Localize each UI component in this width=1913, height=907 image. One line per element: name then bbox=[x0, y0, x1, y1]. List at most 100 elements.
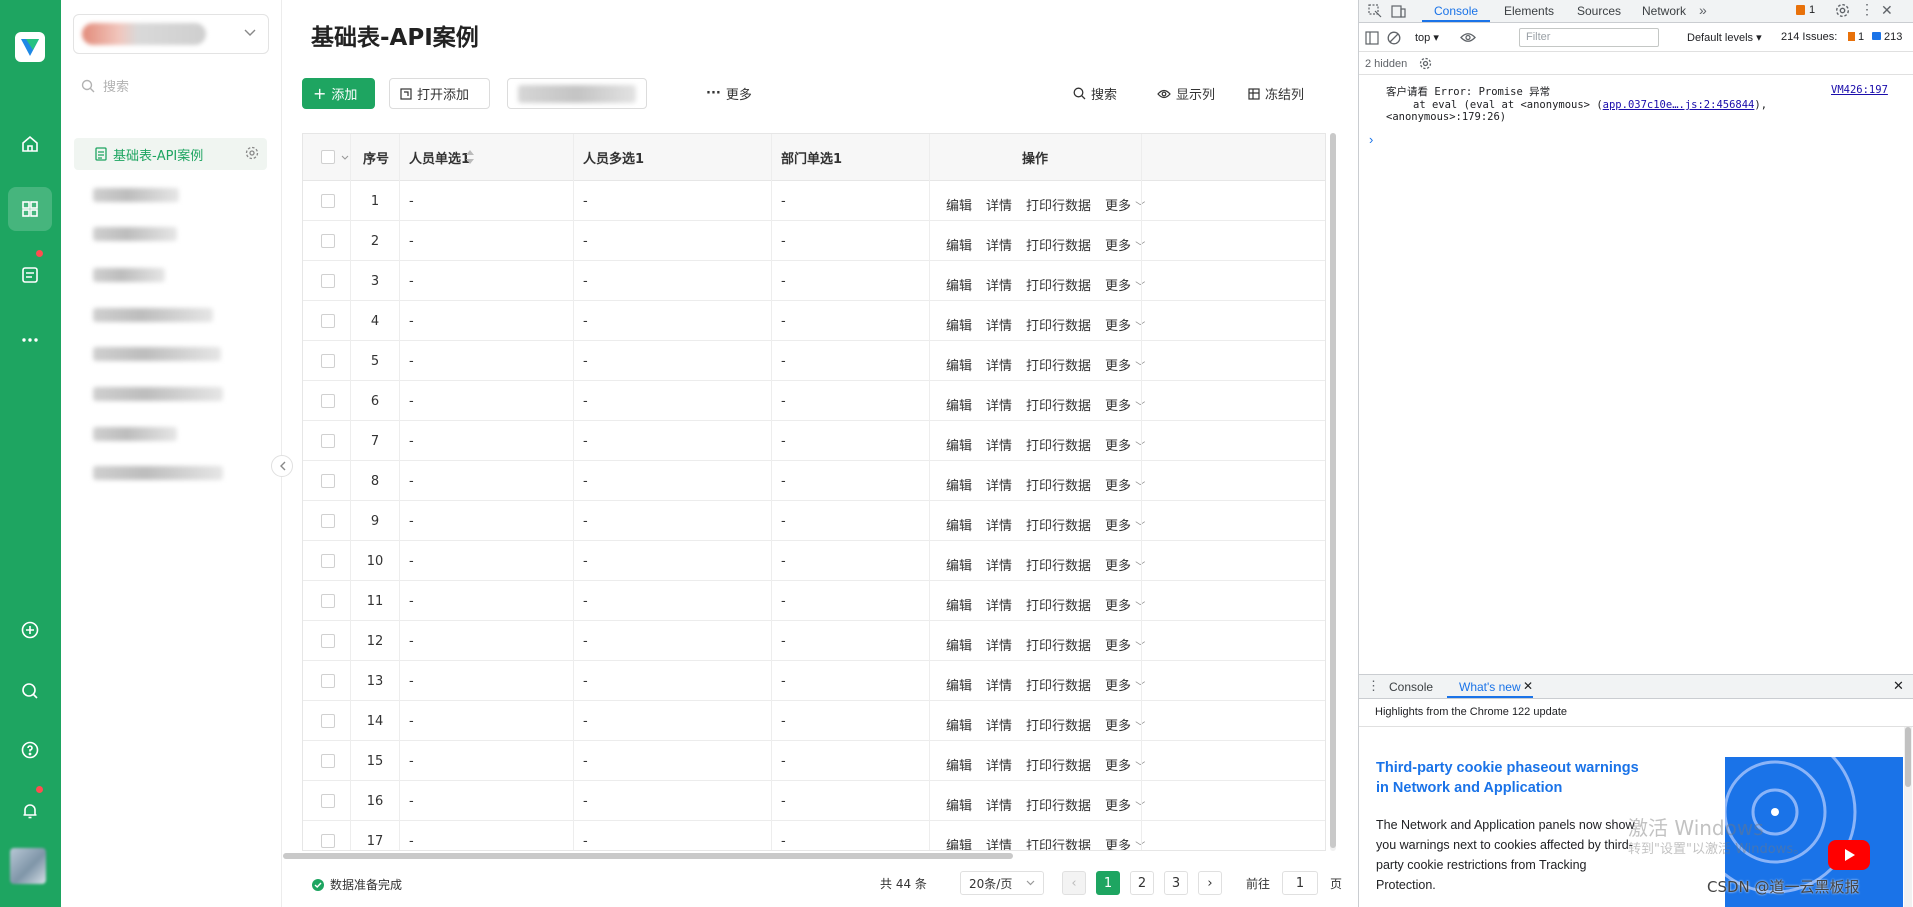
detail-link[interactable]: 详情 bbox=[986, 395, 1012, 414]
open-add-button[interactable]: 打开添加 bbox=[389, 78, 490, 109]
detail-link[interactable]: 详情 bbox=[986, 235, 1012, 254]
column-header[interactable]: 人员单选1 bbox=[409, 134, 470, 181]
table-row[interactable]: 16 - - - 编辑详情打印行数据更多 ﹀ bbox=[303, 781, 1325, 821]
edit-link[interactable]: 编辑 bbox=[946, 755, 972, 774]
goto-page-input[interactable]: 1 bbox=[1282, 871, 1319, 895]
log-levels-select[interactable]: Default levels ▾ bbox=[1687, 31, 1762, 44]
print-row-link[interactable]: 打印行数据 bbox=[1026, 475, 1091, 494]
cell-person-single[interactable]: - bbox=[409, 701, 414, 741]
sidebar-item-blurred[interactable] bbox=[93, 268, 165, 282]
detail-link[interactable]: 详情 bbox=[986, 195, 1012, 214]
row-more-menu[interactable]: 更多 ﹀ bbox=[1105, 515, 1145, 534]
app-logo[interactable] bbox=[15, 32, 45, 62]
cell-person-multi[interactable]: - bbox=[583, 421, 588, 461]
cell-person-multi[interactable]: - bbox=[583, 661, 588, 701]
table-row[interactable]: 5 - - - 编辑详情打印行数据更多 ﹀ bbox=[303, 341, 1325, 381]
row-more-menu[interactable]: 更多 ﹀ bbox=[1105, 195, 1145, 214]
cell-person-multi[interactable]: - bbox=[583, 461, 588, 501]
row-checkbox[interactable] bbox=[321, 194, 335, 208]
freeze-columns-button[interactable]: 冻结列 bbox=[1248, 84, 1304, 103]
sidebar-item-active[interactable]: 基础表-API案例 bbox=[74, 138, 267, 170]
cell-person-multi[interactable]: - bbox=[583, 261, 588, 301]
cell-person-multi[interactable]: - bbox=[583, 501, 588, 541]
page-button[interactable]: 2 bbox=[1130, 871, 1154, 895]
cell-person-single[interactable]: - bbox=[409, 781, 414, 821]
scrollbar-thumb[interactable] bbox=[1905, 727, 1911, 787]
detail-link[interactable]: 详情 bbox=[986, 635, 1012, 654]
cell-person-multi[interactable]: - bbox=[583, 741, 588, 781]
cell-person-single[interactable]: - bbox=[409, 661, 414, 701]
stack-source-link[interactable]: app.037c10e….js:2:456844 bbox=[1603, 99, 1755, 111]
table-row[interactable]: 10 - - - 编辑详情打印行数据更多 ﹀ bbox=[303, 541, 1325, 581]
detail-link[interactable]: 详情 bbox=[986, 835, 1012, 851]
edit-link[interactable]: 编辑 bbox=[946, 475, 972, 494]
sidebar-item-blurred[interactable] bbox=[93, 308, 213, 322]
console-filter-input[interactable]: Filter bbox=[1519, 28, 1659, 47]
print-row-link[interactable]: 打印行数据 bbox=[1026, 515, 1091, 534]
detail-link[interactable]: 详情 bbox=[986, 795, 1012, 814]
cell-person-multi[interactable]: - bbox=[583, 541, 588, 581]
device-toolbar-icon[interactable] bbox=[1391, 4, 1406, 18]
row-checkbox[interactable] bbox=[321, 314, 335, 328]
gear-icon[interactable] bbox=[1835, 3, 1850, 18]
cell-person-single[interactable]: - bbox=[409, 501, 414, 541]
scrollbar-thumb[interactable] bbox=[1330, 133, 1336, 848]
row-checkbox[interactable] bbox=[321, 754, 335, 768]
print-row-link[interactable]: 打印行数据 bbox=[1026, 835, 1091, 851]
cell-person-single[interactable]: - bbox=[409, 381, 414, 421]
table-row[interactable]: 3 - - - 编辑详情打印行数据更多 ﹀ bbox=[303, 261, 1325, 301]
table-row[interactable]: 14 - - - 编辑详情打印行数据更多 ﹀ bbox=[303, 701, 1325, 741]
user-avatar[interactable] bbox=[10, 848, 46, 884]
row-checkbox[interactable] bbox=[321, 394, 335, 408]
detail-link[interactable]: 详情 bbox=[986, 675, 1012, 694]
cell-department[interactable]: - bbox=[781, 701, 786, 741]
home-icon[interactable] bbox=[8, 122, 52, 166]
edit-link[interactable]: 编辑 bbox=[946, 395, 972, 414]
cell-person-multi[interactable]: - bbox=[583, 341, 588, 381]
edit-link[interactable]: 编辑 bbox=[946, 555, 972, 574]
print-row-link[interactable]: 打印行数据 bbox=[1026, 435, 1091, 454]
drawer-menu-icon[interactable]: ⋮ bbox=[1367, 678, 1380, 694]
print-row-link[interactable]: 打印行数据 bbox=[1026, 355, 1091, 374]
edit-link[interactable]: 编辑 bbox=[946, 195, 972, 214]
cell-department[interactable]: - bbox=[781, 781, 786, 821]
print-row-link[interactable]: 打印行数据 bbox=[1026, 195, 1091, 214]
table-row[interactable]: 17 - - - 编辑详情打印行数据更多 ﹀ bbox=[303, 821, 1325, 851]
cell-person-single[interactable]: - bbox=[409, 821, 414, 850]
cell-person-single[interactable]: - bbox=[409, 581, 414, 621]
clear-console-icon[interactable] bbox=[1387, 31, 1401, 45]
row-checkbox[interactable] bbox=[321, 794, 335, 808]
more-button[interactable]: ··· 更多 bbox=[706, 84, 752, 103]
detail-link[interactable]: 详情 bbox=[986, 515, 1012, 534]
row-more-menu[interactable]: 更多 ﹀ bbox=[1105, 235, 1145, 254]
cell-person-single[interactable]: - bbox=[409, 541, 414, 581]
cell-department[interactable]: - bbox=[781, 501, 786, 541]
play-icon[interactable] bbox=[1828, 840, 1870, 870]
row-checkbox[interactable] bbox=[321, 674, 335, 688]
vertical-scrollbar[interactable] bbox=[1330, 133, 1336, 851]
gear-icon[interactable] bbox=[1419, 57, 1432, 70]
row-checkbox[interactable] bbox=[321, 234, 335, 248]
table-row[interactable]: 8 - - - 编辑详情打印行数据更多 ﹀ bbox=[303, 461, 1325, 501]
page-size-select[interactable]: 20条/页 bbox=[960, 871, 1044, 895]
sidebar-toggle-icon[interactable] bbox=[1365, 31, 1379, 45]
detail-link[interactable]: 详情 bbox=[986, 595, 1012, 614]
row-checkbox[interactable] bbox=[321, 714, 335, 728]
devtools-tab-console[interactable]: Console bbox=[1421, 4, 1491, 22]
custom-button-blurred[interactable] bbox=[507, 78, 647, 109]
cell-person-single[interactable]: - bbox=[409, 421, 414, 461]
row-more-menu[interactable]: 更多 ﹀ bbox=[1105, 555, 1145, 574]
edit-link[interactable]: 编辑 bbox=[946, 355, 972, 374]
table-row[interactable]: 11 - - - 编辑详情打印行数据更多 ﹀ bbox=[303, 581, 1325, 621]
table-row[interactable]: 6 - - - 编辑详情打印行数据更多 ﹀ bbox=[303, 381, 1325, 421]
chevron-down-icon[interactable] bbox=[341, 155, 349, 160]
row-more-menu[interactable]: 更多 ﹀ bbox=[1105, 275, 1145, 294]
row-more-menu[interactable]: 更多 ﹀ bbox=[1105, 795, 1145, 814]
row-more-menu[interactable]: 更多 ﹀ bbox=[1105, 435, 1145, 454]
issues-badge-count[interactable]: 1 bbox=[1809, 4, 1815, 16]
cell-person-single[interactable]: - bbox=[409, 261, 414, 301]
print-row-link[interactable]: 打印行数据 bbox=[1026, 635, 1091, 654]
row-checkbox[interactable] bbox=[321, 354, 335, 368]
cell-person-single[interactable]: - bbox=[409, 461, 414, 501]
detail-link[interactable]: 详情 bbox=[986, 475, 1012, 494]
